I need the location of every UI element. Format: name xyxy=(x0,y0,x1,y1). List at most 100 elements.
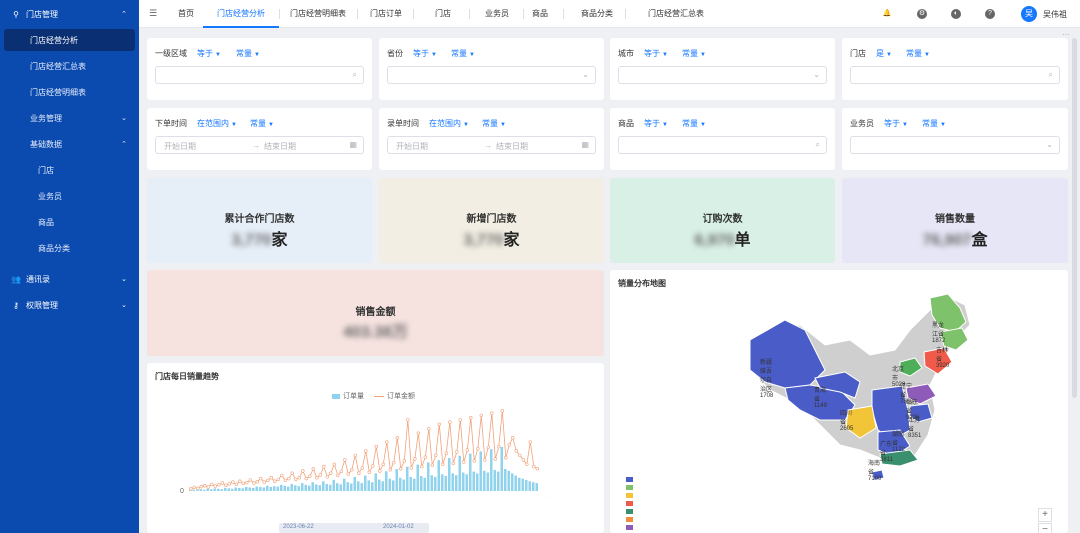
line-point[interactable] xyxy=(308,474,312,479)
line-point[interactable] xyxy=(255,479,260,484)
bar[interactable] xyxy=(392,480,395,491)
bar[interactable] xyxy=(350,483,353,492)
bar[interactable] xyxy=(238,487,241,491)
bar[interactable] xyxy=(497,471,500,491)
type-dropdown[interactable]: 常量 ▼ xyxy=(922,118,946,129)
line-point[interactable] xyxy=(451,461,455,466)
bar[interactable] xyxy=(273,486,276,491)
bar[interactable] xyxy=(213,488,217,491)
line-point[interactable] xyxy=(472,459,476,463)
line-point[interactable] xyxy=(409,466,413,470)
line-point[interactable] xyxy=(304,476,309,481)
line-point[interactable] xyxy=(315,475,319,480)
line-point[interactable] xyxy=(448,420,452,424)
bar[interactable] xyxy=(199,489,203,491)
bar[interactable] xyxy=(290,484,294,491)
tab-product[interactable]: 商品 xyxy=(527,0,553,28)
bar[interactable] xyxy=(311,482,315,491)
line-point[interactable] xyxy=(395,435,400,440)
line-point[interactable] xyxy=(486,445,490,450)
line-point[interactable] xyxy=(465,448,469,452)
bar[interactable] xyxy=(413,478,416,491)
sidebar-group-contacts[interactable]: 👥 通讯录 ⌄ xyxy=(0,268,139,290)
line-point[interactable] xyxy=(504,455,508,460)
bar[interactable] xyxy=(528,481,532,491)
bar[interactable] xyxy=(220,489,224,491)
line-point[interactable] xyxy=(497,444,501,449)
line-point[interactable] xyxy=(301,469,305,473)
sidebar-item-product[interactable]: 商品 xyxy=(0,211,139,233)
bar[interactable] xyxy=(448,458,451,491)
bar[interactable] xyxy=(472,471,476,491)
bell-icon[interactable]: 🔔 xyxy=(882,9,892,19)
line-point[interactable] xyxy=(441,462,445,467)
line-point[interactable] xyxy=(535,467,539,471)
bar[interactable] xyxy=(294,485,297,491)
bar[interactable] xyxy=(406,466,409,491)
line-point[interactable] xyxy=(483,458,487,462)
bar[interactable] xyxy=(441,474,444,491)
line-point[interactable] xyxy=(266,478,270,483)
line-point[interactable] xyxy=(455,450,459,454)
bar[interactable] xyxy=(490,449,493,491)
line-point[interactable] xyxy=(329,471,333,475)
line-point[interactable] xyxy=(420,464,424,469)
line-point[interactable] xyxy=(402,459,406,463)
line-point[interactable] xyxy=(388,467,393,472)
help-icon[interactable]: ? xyxy=(985,9,995,19)
line-point[interactable] xyxy=(224,483,228,487)
line-point[interactable] xyxy=(514,449,518,453)
bar[interactable] xyxy=(500,447,504,491)
bar[interactable] xyxy=(381,481,385,491)
line-point[interactable] xyxy=(360,466,365,470)
sidebar-item-store-analysis[interactable]: 门店经营分析 xyxy=(0,29,139,51)
bar[interactable] xyxy=(287,486,290,491)
operator-dropdown[interactable]: 在范围内 ▼ xyxy=(429,118,469,129)
bar[interactable] xyxy=(339,484,343,491)
bar[interactable] xyxy=(353,476,357,491)
line-point[interactable] xyxy=(350,467,354,472)
sidebar-item-store-detail[interactable]: 门店经营明细表 xyxy=(0,81,139,103)
bar[interactable] xyxy=(374,473,378,491)
line-point[interactable] xyxy=(434,453,438,458)
sidebar-item-store-summary[interactable]: 门店经营汇总表 xyxy=(0,55,139,77)
line-point[interactable] xyxy=(238,479,242,483)
bar[interactable] xyxy=(360,483,364,491)
line-point[interactable] xyxy=(332,462,337,467)
line-point[interactable] xyxy=(217,483,221,487)
tab-store-analysis[interactable]: 门店经营分析 xyxy=(203,0,279,28)
bar[interactable] xyxy=(280,484,283,491)
bar[interactable] xyxy=(304,484,308,491)
bar[interactable] xyxy=(486,472,490,492)
tab-salesman[interactable]: 业务员 xyxy=(473,0,521,28)
bar[interactable] xyxy=(416,464,420,491)
operator-dropdown[interactable]: 是 ▼ xyxy=(876,48,892,59)
bar[interactable] xyxy=(255,486,259,491)
bar[interactable] xyxy=(511,473,514,491)
bar[interactable] xyxy=(402,479,406,491)
bar[interactable] xyxy=(217,488,220,491)
line-point[interactable] xyxy=(231,480,235,484)
line-point[interactable] xyxy=(294,477,298,482)
line-point[interactable] xyxy=(381,462,386,467)
line-point[interactable] xyxy=(322,464,326,469)
bar[interactable] xyxy=(409,476,413,491)
type-dropdown[interactable]: 常量 ▼ xyxy=(482,118,506,129)
line-point[interactable] xyxy=(532,464,536,469)
province-select[interactable]: ⌄ xyxy=(387,66,596,84)
line-point[interactable] xyxy=(287,476,291,481)
bar[interactable] xyxy=(336,483,339,491)
legend-swatch[interactable] xyxy=(626,477,633,482)
bar[interactable] xyxy=(234,487,238,492)
line-point[interactable] xyxy=(521,458,525,462)
bar[interactable] xyxy=(483,470,486,491)
bar[interactable] xyxy=(514,475,518,491)
operator-dropdown[interactable]: 等于 ▼ xyxy=(413,48,437,59)
tab-product-category[interactable]: 商品分类 xyxy=(569,0,625,28)
type-dropdown[interactable]: 常量 ▼ xyxy=(451,48,475,59)
line-point[interactable] xyxy=(423,455,427,459)
bar[interactable] xyxy=(301,483,304,491)
line-point[interactable] xyxy=(364,449,368,453)
bar[interactable] xyxy=(192,489,196,491)
china-map[interactable] xyxy=(610,270,1068,533)
